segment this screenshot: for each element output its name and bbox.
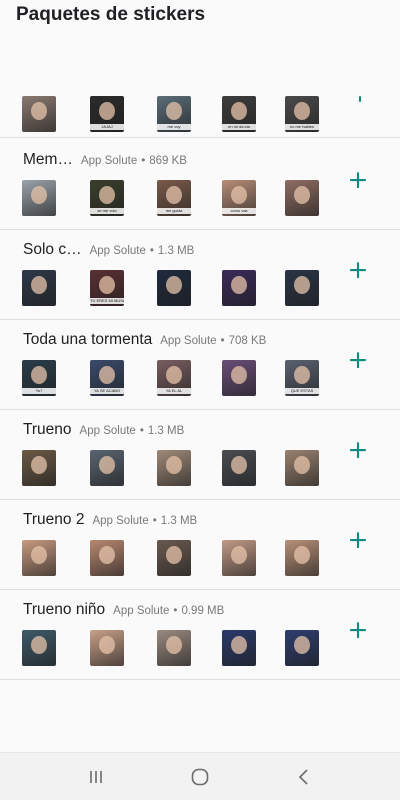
sticker-thumbnail xyxy=(285,540,319,576)
sticker-thumbnail: en mi da ida xyxy=(222,96,256,132)
page-title: Paquetes de stickers xyxy=(16,4,206,25)
sticker-thumbnail xyxy=(22,180,56,216)
sticker-thumbnail: YA EL AL xyxy=(157,360,191,396)
sticker-caption: YA EL AL xyxy=(157,388,191,394)
sticker-thumbnail xyxy=(222,630,256,666)
sticker-pack-row[interactable]: Solo c… App Solute • 1.3 MB TU ERES MI MUSA + xyxy=(0,230,400,320)
plus-icon[interactable]: + xyxy=(346,167,370,192)
sticker-caption: en mi da ida xyxy=(222,124,256,130)
sticker-thumbnail xyxy=(285,270,319,306)
sticker-thumbnail xyxy=(90,450,124,486)
add-indicator-icon xyxy=(359,96,361,102)
sticker-caption: se me volo xyxy=(90,208,124,214)
back-icon[interactable] xyxy=(292,765,316,789)
sticker-thumbnail xyxy=(157,540,191,576)
sticker-thumbnail xyxy=(90,630,124,666)
plus-icon[interactable]: + xyxy=(346,257,370,282)
sticker-thumbnails: se me volo me gusta como vas xyxy=(0,140,340,230)
sticker-thumbnail: Yo? xyxy=(22,360,56,396)
sticker-thumbnail xyxy=(222,540,256,576)
sticker-thumbnail xyxy=(22,450,56,486)
sticker-caption: Yo? xyxy=(22,388,56,394)
sticker-thumbnail xyxy=(22,630,56,666)
sticker-thumbnail xyxy=(90,540,124,576)
sticker-thumbnails: Yo? YA SE ACABO YA EL AL QUE ESTAS xyxy=(0,320,340,410)
sticker-thumbnail xyxy=(285,450,319,486)
sticker-thumbnail: TU ERES MI MUSA xyxy=(90,270,124,306)
sticker-thumbnail xyxy=(222,450,256,486)
sticker-caption: como vas xyxy=(222,208,256,214)
sticker-thumbnail xyxy=(22,540,56,576)
plus-icon[interactable]: + xyxy=(346,527,370,552)
sticker-thumbnail xyxy=(157,450,191,486)
sticker-thumbnail: se me volo xyxy=(90,180,124,216)
sticker-thumbnail xyxy=(22,270,56,306)
sticker-caption: TU ERES MI MUSA xyxy=(90,298,124,304)
sticker-thumbnail: JAJAJ xyxy=(90,96,124,132)
home-icon[interactable] xyxy=(188,765,212,789)
sticker-thumbnail: me voy xyxy=(157,96,191,132)
system-navigation-bar xyxy=(0,752,400,800)
sticker-thumbnail xyxy=(157,270,191,306)
sticker-pack-row[interactable]: Trueno 2 App Solute • 1.3 MB + xyxy=(0,500,400,590)
sticker-thumbnail: no me hables xyxy=(285,96,319,132)
sticker-pack-row[interactable]: Trueno niño App Solute • 0.99 MB + xyxy=(0,590,400,680)
sticker-thumbnail xyxy=(157,630,191,666)
sticker-thumbnails xyxy=(0,500,340,590)
plus-icon[interactable]: + xyxy=(346,617,370,642)
sticker-thumbnails: TU ERES MI MUSA xyxy=(0,230,340,320)
sticker-pack-row[interactable]: Trueno App Solute • 1.3 MB + xyxy=(0,410,400,500)
sticker-caption: QUE ESTAS xyxy=(285,388,319,394)
sticker-caption: no me hables xyxy=(285,124,319,130)
sticker-thumbnail xyxy=(285,180,319,216)
sticker-thumbnail xyxy=(285,630,319,666)
sticker-pack-partial[interactable]: JAJAJ me voy en mi da ida no me hables xyxy=(0,86,400,138)
sticker-caption: me gusta xyxy=(157,208,191,214)
sticker-thumbnail: me gusta xyxy=(157,180,191,216)
recents-icon[interactable] xyxy=(84,765,108,789)
sticker-thumbnail: YA SE ACABO xyxy=(90,360,124,396)
sticker-thumbnail xyxy=(222,360,256,396)
sticker-pack-row[interactable]: Toda una tormenta App Solute • 708 KB Yo? YA … xyxy=(0,320,400,410)
sticker-caption: me voy xyxy=(157,124,191,130)
sticker-thumbnail: QUE ESTAS xyxy=(285,360,319,396)
sticker-caption: YA SE ACABO xyxy=(90,388,124,394)
plus-icon[interactable]: + xyxy=(346,437,370,462)
sticker-pack-row[interactable]: Mem… App Solute • 869 KB se me volo me gusta c… xyxy=(0,140,400,230)
sticker-caption: JAJAJ xyxy=(90,124,124,130)
sticker-thumbnail: como vas xyxy=(222,180,256,216)
sticker-thumbnail xyxy=(222,270,256,306)
sticker-thumbnails xyxy=(0,590,340,680)
sticker-thumbnails xyxy=(0,410,340,500)
sticker-thumbnail xyxy=(22,96,56,132)
plus-icon[interactable]: + xyxy=(346,347,370,372)
